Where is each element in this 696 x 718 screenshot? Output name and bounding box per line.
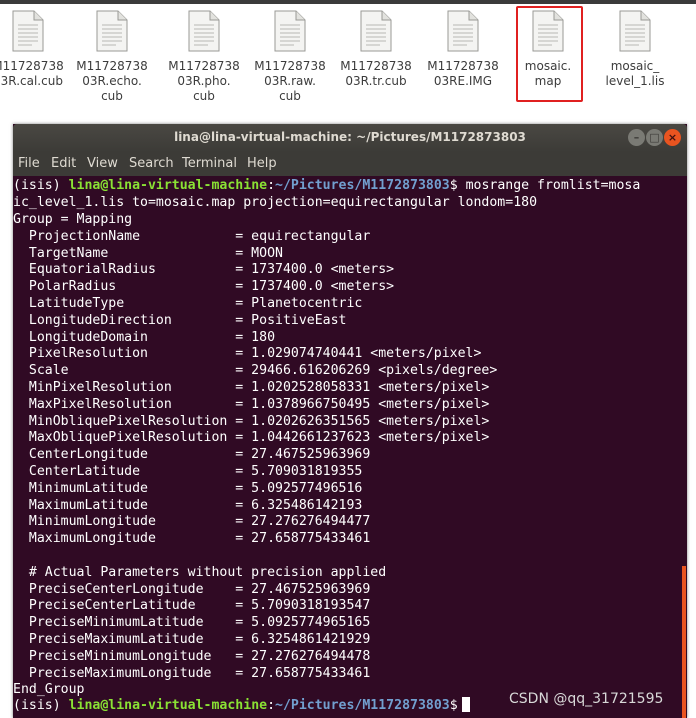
prompt-env: (isis): [13, 178, 69, 193]
output-line: MinimumLatitude = 5.092577496516: [13, 480, 363, 496]
file-item[interactable]: M11728738 03R.cal.cub: [0, 10, 73, 89]
document-icon: [96, 10, 128, 52]
menu-help[interactable]: Help: [247, 156, 277, 171]
prompt-dollar: $: [449, 178, 458, 193]
menu-edit[interactable]: Edit: [51, 156, 76, 171]
output-line: PreciseCenterLatitude = 5.7090318193547: [13, 598, 371, 614]
output-line: CenterLatitude = 5.709031819355: [13, 464, 363, 479]
menu-file[interactable]: File: [18, 156, 40, 171]
file-name: M11728738 03RE.IMG: [427, 59, 499, 88]
prompt-user: lina@lina-virtual-machine: [68, 178, 268, 193]
prompt-separator: :: [267, 178, 276, 193]
output-line: PreciseMaximumLongitude = 27.65877543346…: [13, 665, 371, 681]
scrollbar[interactable]: [682, 566, 686, 718]
output-line: MinPixelResolution = 1.0202528058331 <me…: [13, 380, 490, 395]
output-line: PreciseCenterLongitude = 27.467525963969: [13, 581, 371, 597]
output-line: MaximumLatitude = 6.325486142193: [13, 497, 363, 513]
output-line: ProjectionName = equirectangular: [13, 228, 371, 244]
prompt-env: (isis): [13, 698, 69, 713]
terminal-titlebar[interactable]: lina@lina-virtual-machine: ~/Pictures/M1…: [13, 124, 687, 152]
watermark: CSDN @qq_31721595: [509, 691, 664, 707]
output-line: LongitudeDomain = 180: [13, 329, 276, 345]
file-item[interactable]: M11728738 03R.echo. cub: [67, 10, 157, 104]
terminal-window[interactable]: lina@lina-virtual-machine: ~/Pictures/M1…: [13, 124, 687, 718]
document-icon: [447, 10, 479, 52]
file-name: M11728738 03R.cal.cub: [0, 59, 64, 88]
file-item[interactable]: M11728738 03RE.IMG: [418, 10, 508, 89]
output-line: LatitudeType = Planetocentric: [13, 296, 363, 311]
file-grid: M11728738 03R.cal.cub M11728738 03R.echo…: [0, 4, 696, 120]
close-button[interactable]: ×: [664, 129, 681, 146]
window-title: lina@lina-virtual-machine: ~/Pictures/M1…: [174, 130, 526, 144]
minimize-button[interactable]: –: [628, 129, 645, 146]
document-icon: [360, 10, 392, 52]
file-name: M11728738 03R.raw. cub: [254, 59, 326, 103]
output-line: CenterLongitude = 27.467525963969: [13, 447, 371, 463]
document-icon: [619, 10, 651, 52]
output-line: MaxPixelResolution = 1.0378966750495 <me…: [13, 396, 490, 412]
file-name: mosaic_ level_1.lis: [605, 59, 665, 88]
file-name: M11728738 03R.echo. cub: [76, 59, 148, 103]
command-text: mosrange fromlist=mosa: [457, 178, 641, 193]
prompt-dollar: $: [449, 698, 458, 713]
output-line: EquatorialRadius = 1737400.0 <meters>: [13, 262, 395, 278]
file-item[interactable]: M11728738 03R.tr.cub: [331, 10, 421, 89]
text-cursor: [461, 697, 470, 712]
output-line: PreciseMaximumLatitude = 6.3254861421929: [13, 632, 371, 647]
file-item-selected[interactable]: mosaic. map: [503, 6, 593, 102]
file-item[interactable]: M11728738 03R.pho. cub: [159, 10, 249, 104]
output-line: Group = Mapping: [13, 212, 133, 227]
document-icon: [274, 10, 306, 52]
output-line: PreciseMinimumLatitude = 5.0925774965165: [13, 615, 371, 631]
file-name: M11728738 03R.tr.cub: [340, 59, 412, 88]
prompt-separator: :: [267, 698, 276, 713]
output-line: End_Group: [13, 682, 85, 698]
file-name: M11728738 03R.pho. cub: [168, 59, 240, 103]
prompt-line: (isis) lina@lina-virtual-machine:~/Pictu…: [13, 177, 640, 194]
output-line: PixelResolution = 1.029074740441 <meters…: [13, 346, 482, 362]
document-icon: [188, 10, 220, 52]
menu-bar: File Edit View Search Terminal Help: [13, 152, 687, 176]
output-line: TargetName = MOON: [13, 245, 283, 261]
output-line: Scale = 29466.616206269 <pixels/degree>: [13, 363, 498, 379]
document-icon: [12, 10, 44, 52]
command-continuation: ic_level_1.lis to=mosaic.map projection=…: [13, 195, 538, 210]
output-line: # Actual Parameters without precision ap…: [13, 564, 387, 580]
output-line: LongitudeDirection = PositiveEast: [13, 312, 347, 328]
output-line: PreciseMinimumLongitude = 27.27627649447…: [13, 648, 371, 664]
output-line: MinimumLongitude = 27.276276494477: [13, 514, 371, 530]
menu-view[interactable]: View: [87, 156, 118, 171]
maximize-button[interactable]: □: [646, 129, 663, 146]
file-item[interactable]: mosaic_ level_1.lis: [590, 10, 680, 89]
file-item[interactable]: M11728738 03R.raw. cub: [245, 10, 335, 104]
menu-terminal[interactable]: Terminal: [182, 156, 237, 171]
output-line: MaxObliquePixelResolution = 1.0442661237…: [13, 430, 490, 446]
output-line: PolarRadius = 1737400.0 <meters>: [13, 279, 395, 295]
prompt-path: ~/Pictures/M1172873803: [275, 178, 450, 193]
prompt-path: ~/Pictures/M1172873803: [275, 698, 450, 713]
menu-search[interactable]: Search: [129, 156, 174, 171]
prompt-line: (isis) lina@lina-virtual-machine:~/Pictu…: [13, 697, 470, 714]
output-line: MinObliquePixelResolution = 1.0202626351…: [13, 413, 490, 429]
prompt-user: lina@lina-virtual-machine: [68, 698, 268, 713]
document-icon: [532, 10, 564, 52]
terminal-output[interactable]: (isis) lina@lina-virtual-machine:~/Pictu…: [13, 176, 687, 718]
output-line: MaximumLongitude = 27.658775433461: [13, 531, 371, 547]
